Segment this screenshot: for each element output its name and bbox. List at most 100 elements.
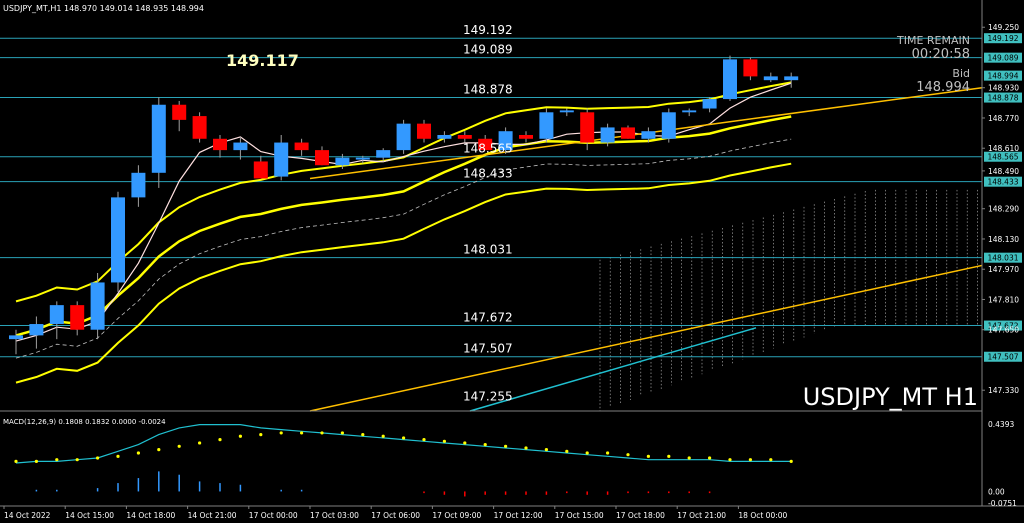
macd-signal-dot: [218, 438, 222, 442]
time-tick-label: 17 Oct 09:00: [432, 511, 481, 520]
candle-body: [70, 305, 85, 330]
time-tick-label: 14 Oct 2022: [4, 511, 51, 520]
candle-body: [111, 197, 125, 283]
time-tick-label: 14 Oct 18:00: [126, 511, 175, 520]
macd-signal-dot: [402, 436, 406, 440]
symbol-timeframe: USDJPY_MT,H1: [3, 4, 61, 13]
price-tick-label: 148.433: [987, 178, 1018, 187]
macd-signal-dot: [544, 448, 549, 452]
level-label: 148.878: [463, 83, 513, 97]
macd-signal-dot: [504, 444, 508, 448]
macd-signal-dot: [565, 449, 569, 453]
price-tick-label: 148.130: [988, 235, 1019, 244]
macd-signal-dot: [606, 451, 610, 455]
candle-body: [396, 123, 411, 151]
level-label: 148.031: [463, 243, 513, 257]
trading-chart[interactable]: 149.192 149.089 148.878 148.565 148.433 148.0…: [0, 0, 1024, 523]
bid-value: 148.994: [916, 80, 970, 95]
candle-body: [49, 305, 64, 325]
macd-signal-dot: [55, 458, 59, 462]
candle-body: [294, 142, 309, 151]
macd-signal-dot: [442, 439, 446, 443]
price-tick-label: 148.565: [987, 153, 1018, 162]
macd-signal-dot: [626, 453, 630, 457]
price-tick-label: 147.507: [987, 353, 1018, 362]
time-tick-label: 17 Oct 12:00: [494, 511, 543, 520]
bid-label: Bid: [952, 67, 970, 80]
macd-signal-dot: [585, 451, 589, 455]
macd-signal-dot: [748, 458, 753, 462]
price-tick-label: 148.031: [987, 254, 1018, 263]
candle-body: [335, 157, 350, 166]
price-tick-label: 148.878: [987, 94, 1018, 103]
macd-signal-dot: [300, 431, 304, 435]
time-tick-label: 17 Oct 06:00: [371, 511, 420, 520]
time-tick-label: 17 Oct 18:00: [616, 511, 665, 520]
macd-signal-dot: [708, 456, 712, 460]
candle-body: [743, 59, 758, 77]
price-tick-label: 149.089: [987, 54, 1018, 63]
price-tick-label: 147.650: [988, 326, 1019, 335]
candle-body: [192, 116, 207, 139]
price-tick-label: 148.930: [988, 84, 1019, 93]
candle-body: [539, 112, 554, 139]
macd-signal-dot: [157, 448, 161, 452]
time-tick-label: 17 Oct 21:00: [677, 511, 726, 520]
candle-body: [90, 282, 105, 330]
candle-body: [9, 335, 23, 340]
candle-body: [702, 99, 717, 109]
candle-body: [621, 127, 635, 139]
price-tick-label: 147.810: [988, 295, 1019, 304]
macd-signal-dot: [361, 433, 365, 437]
candle-body: [437, 134, 452, 139]
candle-body: [151, 104, 166, 173]
macd-signal-dot: [646, 454, 651, 458]
candle-body: [274, 142, 289, 177]
price-tick-label: 149.250: [988, 23, 1019, 32]
candle-body: [315, 150, 329, 166]
macd-axis-label: -0.0751: [988, 499, 1017, 508]
time-remain-label: TIME REMAIN: [896, 34, 970, 47]
candle-body: [376, 150, 391, 158]
chart-watermark: USDJPY_MT H1: [803, 383, 978, 411]
level-label: 147.255: [463, 389, 513, 403]
macd-signal-dot: [381, 434, 385, 438]
price-tick-label: 147.970: [988, 265, 1019, 274]
candle-body: [519, 134, 533, 139]
ohlc-values: 148.970 149.014 148.935 148.994: [64, 4, 204, 13]
macd-signal-dot: [177, 444, 181, 448]
macd-signal-dot: [238, 434, 242, 438]
candle-body: [600, 127, 615, 143]
candle-body: [172, 104, 187, 120]
price-tick-label: 148.770: [988, 114, 1019, 123]
macd-signal-dot: [259, 433, 263, 437]
time-tick-label: 17 Oct 00:00: [249, 511, 298, 520]
time-tick-label: 17 Oct 15:00: [555, 511, 604, 520]
macd-signal-dot: [14, 459, 18, 463]
candle-body: [661, 112, 676, 139]
macd-signal-dot: [524, 446, 528, 450]
macd-signal-dot: [463, 441, 467, 445]
macd-signal-dot: [340, 431, 344, 435]
time-remain-value: 00:20:58: [912, 47, 970, 62]
price-tick-label: 148.490: [988, 167, 1019, 176]
macd-signal-dot: [136, 451, 140, 455]
level-label: 147.672: [463, 311, 513, 325]
time-tick-label: 17 Oct 03:00: [310, 511, 359, 520]
macd-signal-dot: [279, 431, 283, 435]
candle-body: [580, 112, 595, 143]
macd-signal-dot: [75, 458, 79, 462]
macd-label: MACD(12,26,9) 0.1808 0.1832 0.0000 -0.00…: [3, 418, 166, 426]
macd-axis-label: 0.4393: [988, 420, 1014, 429]
level-label: 149.089: [463, 43, 513, 57]
macd-signal-dot: [728, 458, 732, 462]
candle-body: [763, 76, 778, 81]
time-tick-label: 18 Oct 00:00: [738, 511, 787, 520]
macd-signal-dot: [198, 441, 202, 445]
candle-body: [233, 142, 248, 151]
macd-signal-dot: [96, 456, 100, 460]
macd-signal-dot: [769, 458, 773, 462]
candle-body: [253, 161, 268, 179]
price-tick-label: 148.994: [987, 72, 1018, 81]
candle-body: [131, 172, 146, 198]
